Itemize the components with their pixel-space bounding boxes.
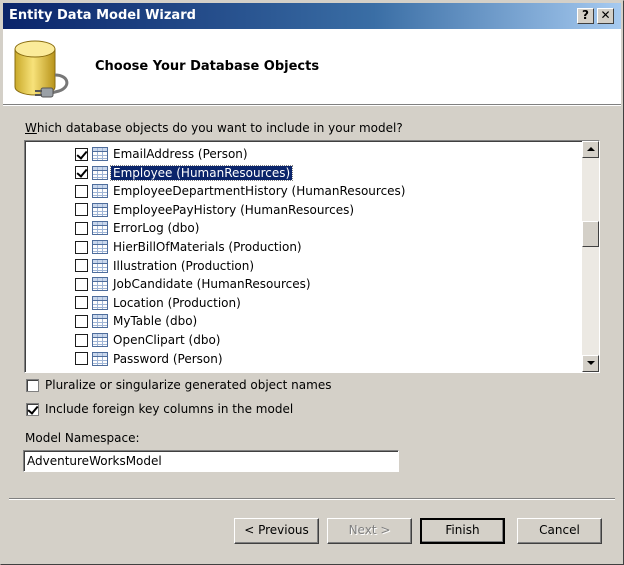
- item-checkbox[interactable]: [75, 203, 88, 217]
- finish-button[interactable]: Finish: [420, 518, 505, 544]
- objects-question-label: Which database objects do you want to in…: [25, 121, 403, 135]
- scroll-up-button[interactable]: [582, 141, 599, 158]
- tree-item[interactable]: JobCandidate (HumanResources): [75, 275, 575, 293]
- foreign-keys-checkbox[interactable]: [26, 402, 39, 416]
- item-checkbox[interactable]: [75, 184, 88, 198]
- item-checkbox[interactable]: [75, 333, 88, 347]
- item-checkbox[interactable]: [75, 147, 88, 161]
- item-label: EmployeePayHistory (HumanResources): [113, 202, 355, 217]
- item-checkbox[interactable]: [75, 221, 88, 235]
- table-icon: [92, 258, 108, 273]
- item-label: OpenClipart (dbo): [113, 333, 221, 347]
- tree-item[interactable]: MyTable (dbo): [75, 312, 575, 330]
- vertical-scrollbar[interactable]: [582, 141, 599, 372]
- table-icon: [92, 184, 108, 199]
- database-icon: [14, 40, 69, 98]
- wizard-window: Entity Data Model Wizard ? ✕ Choose Your…: [0, 0, 624, 565]
- item-label: Password (Person): [113, 351, 223, 366]
- close-button[interactable]: ✕: [597, 8, 614, 24]
- table-icon: [92, 333, 108, 347]
- item-checkbox[interactable]: [75, 240, 88, 254]
- item-checkbox[interactable]: [75, 352, 88, 366]
- table-icon: [92, 295, 108, 310]
- item-label: Employee (HumanResources): [109, 164, 294, 181]
- tree-item[interactable]: Password (Person): [75, 350, 575, 368]
- item-label: EmployeeDepartmentHistory (HumanResource…: [113, 184, 406, 199]
- table-icon: [92, 147, 108, 161]
- bottom-divider: [9, 498, 615, 500]
- table-icon: [92, 221, 108, 236]
- window-title: Entity Data Model Wizard: [9, 8, 196, 23]
- item-label: EmailAddress (Person): [113, 147, 248, 161]
- tree-item[interactable]: ErrorLog (dbo): [75, 219, 575, 237]
- title-bar: Entity Data Model Wizard ? ✕: [3, 3, 621, 29]
- foreign-keys-label: Include foreign key columns in the model: [45, 402, 294, 416]
- item-label: Illustration (Production): [113, 258, 255, 273]
- tree-item[interactable]: Location (Production): [75, 294, 575, 312]
- item-label: Location (Production): [113, 295, 241, 310]
- help-button[interactable]: ?: [577, 8, 594, 24]
- pluralize-option[interactable]: Pluralize or singularize generated objec…: [26, 378, 331, 392]
- next-button[interactable]: Next >: [327, 518, 412, 544]
- table-icon: [92, 314, 108, 329]
- database-objects-tree[interactable]: EmailAddress (Person) Employee (HumanReso…: [24, 140, 600, 373]
- item-label: ErrorLog (dbo): [113, 221, 200, 236]
- tree-item[interactable]: EmployeePayHistory (HumanResources): [75, 201, 575, 219]
- question-text-rest: hich database objects do you want to inc…: [36, 121, 403, 135]
- arrow-up-icon: [587, 147, 595, 151]
- tree-item[interactable]: Employee (HumanResources): [75, 164, 575, 182]
- scroll-thumb[interactable]: [582, 221, 599, 247]
- tree-item[interactable]: EmailAddress (Person): [75, 145, 575, 163]
- item-label: MyTable (dbo): [113, 314, 198, 329]
- tree-item[interactable]: HierBillOfMaterials (Production): [75, 238, 575, 256]
- item-checkbox[interactable]: [75, 259, 88, 273]
- header-panel: Choose Your Database Objects: [3, 29, 621, 105]
- item-checkbox[interactable]: [75, 296, 88, 310]
- cancel-button[interactable]: Cancel: [517, 518, 602, 544]
- previous-button[interactable]: < Previous: [234, 518, 319, 544]
- table-icon: [92, 277, 108, 292]
- pluralize-label: Pluralize or singularize generated objec…: [45, 378, 332, 392]
- scroll-down-button[interactable]: [582, 355, 599, 372]
- namespace-label: Model Namespace:: [25, 431, 140, 445]
- tree-item[interactable]: OpenClipart (dbo): [75, 331, 575, 349]
- tree-item[interactable]: EmployeeDepartmentHistory (HumanResource…: [75, 182, 575, 200]
- table-icon: [92, 240, 108, 254]
- arrow-down-icon: [587, 361, 595, 365]
- item-checkbox[interactable]: [75, 314, 88, 328]
- page-title: Choose Your Database Objects: [95, 59, 320, 74]
- pluralize-checkbox[interactable]: [26, 378, 39, 392]
- tree-item[interactable]: Illustration (Production): [75, 257, 575, 275]
- namespace-input[interactable]: AdventureWorksModel: [23, 450, 399, 472]
- header-divider: [3, 105, 621, 106]
- item-label: JobCandidate (HumanResources): [113, 277, 311, 292]
- table-icon: [92, 351, 108, 366]
- table-icon: [92, 202, 108, 217]
- item-checkbox[interactable]: [75, 277, 88, 291]
- foreign-keys-option[interactable]: Include foreign key columns in the model: [26, 402, 293, 416]
- item-label: HierBillOfMaterials (Production): [113, 240, 302, 254]
- table-icon: [92, 165, 108, 180]
- item-checkbox[interactable]: [75, 166, 88, 180]
